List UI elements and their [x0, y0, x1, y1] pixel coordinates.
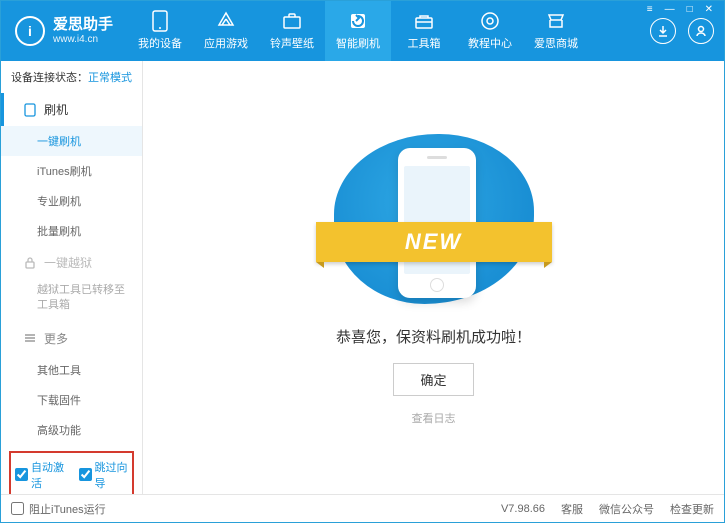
connection-status: 设备连接状态：正常模式	[1, 61, 142, 93]
user-button[interactable]	[688, 18, 714, 44]
device-icon	[150, 11, 170, 31]
sidebar-item-batch-flash[interactable]: 批量刷机	[1, 216, 142, 246]
success-message: 恭喜您，保资料刷机成功啦！	[336, 326, 531, 347]
toolbox-icon	[414, 11, 434, 31]
menu-icon[interactable]: ≡	[642, 4, 658, 15]
flash-icon	[348, 11, 368, 31]
main-content: NEW 恭喜您，保资料刷机成功啦！ 确定 查看日志	[143, 61, 724, 494]
window-controls: ≡ — □ ✕	[642, 1, 718, 17]
tab-label: 教程中心	[468, 35, 512, 51]
new-banner: NEW	[316, 222, 552, 262]
sidebar-item-download-firmware[interactable]: 下载固件	[1, 385, 142, 415]
jailbreak-note: 越狱工具已转移至工具箱	[1, 279, 142, 322]
logo: i 爱思助手 www.i4.cn	[1, 1, 127, 61]
footer: 阻止iTunes运行 V7.98.66 客服 微信公众号 检查更新	[1, 494, 724, 522]
sidebar-item-pro-flash[interactable]: 专业刷机	[1, 186, 142, 216]
skip-setup-checkbox[interactable]: 跳过向导	[79, 459, 129, 491]
lock-icon	[24, 256, 36, 269]
logo-icon: i	[15, 16, 45, 46]
support-link[interactable]: 客服	[561, 501, 583, 517]
block-itunes-checkbox[interactable]: 阻止iTunes运行	[11, 501, 106, 517]
tab-tutorials[interactable]: 教程中心	[457, 1, 523, 61]
help-icon	[480, 11, 500, 31]
minimize-icon[interactable]: —	[660, 4, 680, 15]
sidebar-item-oneclick-flash[interactable]: 一键刷机	[1, 126, 142, 156]
view-log-link[interactable]: 查看日志	[412, 410, 456, 426]
tab-label: 爱思商城	[534, 35, 578, 51]
tab-label: 铃声壁纸	[270, 35, 314, 51]
tab-toolbox[interactable]: 工具箱	[391, 1, 457, 61]
tab-shop[interactable]: 爱思商城	[523, 1, 589, 61]
sidebar-section-flash[interactable]: 刷机	[1, 93, 142, 126]
maximize-icon[interactable]: □	[682, 4, 698, 15]
app-title: 爱思助手	[53, 16, 113, 34]
tab-label: 应用游戏	[204, 35, 248, 51]
top-tabs: 我的设备 应用游戏 铃声壁纸 智能刷机 工具箱 教程中心	[127, 1, 650, 61]
sidebar-item-advanced[interactable]: 高级功能	[1, 415, 142, 445]
check-update-link[interactable]: 检查更新	[670, 501, 714, 517]
options-highlight-box: 自动激活 跳过向导	[9, 451, 134, 494]
tab-label: 智能刷机	[336, 35, 380, 51]
briefcase-icon	[282, 11, 302, 31]
tab-ringtones[interactable]: 铃声壁纸	[259, 1, 325, 61]
apps-icon	[216, 11, 236, 31]
download-button[interactable]	[650, 18, 676, 44]
sidebar: 设备连接状态：正常模式 刷机 一键刷机 iTunes刷机 专业刷机 批量刷机 一…	[1, 61, 143, 494]
sidebar-item-other-tools[interactable]: 其他工具	[1, 355, 142, 385]
tab-label: 我的设备	[138, 35, 182, 51]
version-label: V7.98.66	[501, 503, 545, 515]
tab-smart-flash[interactable]: 智能刷机	[325, 1, 391, 61]
header: i 爱思助手 www.i4.cn 我的设备 应用游戏 铃声壁纸 智能刷机	[1, 1, 724, 61]
list-icon	[24, 333, 36, 343]
sidebar-section-more[interactable]: 更多	[1, 322, 142, 355]
confirm-button[interactable]: 确定	[393, 363, 473, 396]
tab-my-device[interactable]: 我的设备	[127, 1, 193, 61]
wechat-link[interactable]: 微信公众号	[599, 501, 654, 517]
success-illustration: NEW	[324, 130, 544, 310]
auto-activate-checkbox[interactable]: 自动激活	[15, 459, 65, 491]
sidebar-item-itunes-flash[interactable]: iTunes刷机	[1, 156, 142, 186]
sidebar-section-jailbreak: 一键越狱	[1, 246, 142, 279]
app-url: www.i4.cn	[53, 34, 113, 46]
phone-icon	[24, 103, 36, 117]
shop-icon	[546, 11, 566, 31]
close-icon[interactable]: ✕	[700, 4, 718, 15]
tab-apps[interactable]: 应用游戏	[193, 1, 259, 61]
tab-label: 工具箱	[408, 35, 441, 51]
